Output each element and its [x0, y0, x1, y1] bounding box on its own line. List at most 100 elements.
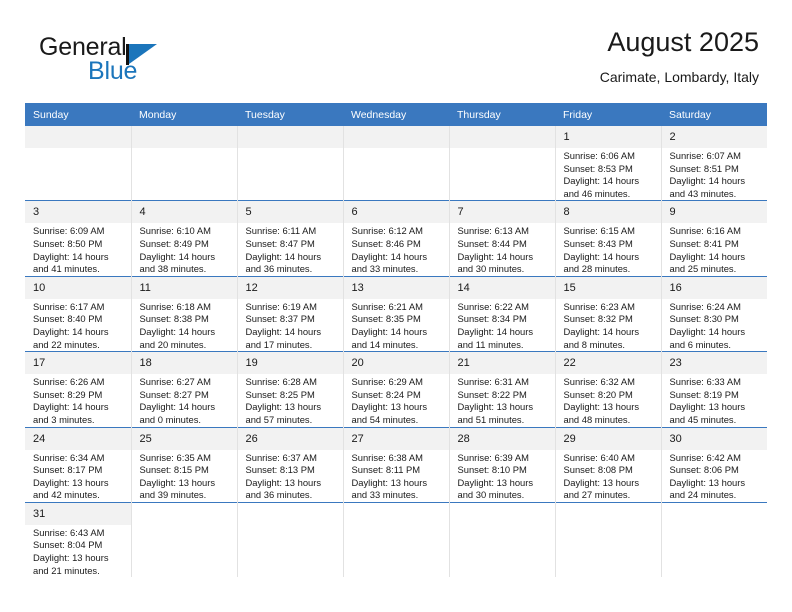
calendar-day-cell[interactable]: 26 Sunrise: 6:37 AM Sunset: 8:13 PM Dayligh…	[237, 426, 344, 503]
day-number: 24	[25, 427, 131, 450]
day-sunset-text: Sunset: 8:20 PM	[563, 388, 633, 400]
day-daylight1-text: Daylight: 13 hours	[33, 552, 109, 564]
calendar-day-cell[interactable]: 29 Sunrise: 6:40 AM Sunset: 8:08 PM Dayligh…	[555, 426, 662, 503]
day-sunrise-text: Sunrise: 6:27 AM	[139, 376, 211, 388]
day-daylight2-text: and 14 minutes.	[351, 338, 419, 350]
day-sun-info: Sunrise: 6:33 AM Sunset: 8:19 PM Daylight:…	[662, 374, 768, 426]
day-sunset-text: Sunset: 8:49 PM	[139, 237, 209, 249]
day-number: 3	[25, 201, 131, 224]
day-sun-info: Sunrise: 6:40 AM Sunset: 8:08 PM Daylight:…	[556, 450, 661, 502]
calendar-day-cell[interactable]: 8 Sunrise: 6:15 AM Sunset: 8:43 PM Daylight…	[555, 200, 662, 277]
calendar-day-cell[interactable]: 15 Sunrise: 6:23 AM Sunset: 8:32 PM Dayligh…	[555, 275, 662, 352]
page-subtitle: Carimate, Lombardy, Italy	[599, 69, 759, 85]
day-daylight1-text: Daylight: 13 hours	[245, 401, 322, 413]
day-sunrise-text: Sunrise: 6:12 AM	[351, 225, 423, 237]
calendar-day-cell[interactable]: 27 Sunrise: 6:38 AM Sunset: 8:11 PM Dayligh…	[343, 426, 450, 503]
calendar-day-cell[interactable]: 18 Sunrise: 6:27 AM Sunset: 8:27 PM Dayligh…	[131, 351, 238, 427]
weekday-header-thursday: Thursday	[449, 103, 555, 126]
day-sun-info: Sunrise: 6:37 AM Sunset: 8:13 PM Daylight:…	[238, 450, 343, 502]
calendar-day-cell[interactable]: 24 Sunrise: 6:34 AM Sunset: 8:17 PM Dayligh…	[25, 426, 132, 503]
calendar-day-cell[interactable]: 2 Sunrise: 6:07 AM Sunset: 8:51 PM Daylight…	[661, 126, 767, 201]
calendar-day-cell[interactable]: 1 Sunrise: 6:06 AM Sunset: 8:53 PM Daylight…	[555, 126, 662, 201]
calendar-day-cell[interactable]: 25 Sunrise: 6:35 AM Sunset: 8:15 PM Dayligh…	[131, 426, 238, 503]
day-sunrise-text: Sunrise: 6:06 AM	[563, 150, 635, 161]
calendar-day-cell[interactable]: 14 Sunrise: 6:22 AM Sunset: 8:34 PM Dayligh…	[449, 275, 556, 352]
day-number: 5	[237, 201, 343, 224]
day-daylight2-text: and 46 minutes.	[563, 187, 631, 199]
calendar-week-row: 17 Sunrise: 6:26 AM Sunset: 8:29 PM Dayligh…	[25, 351, 768, 427]
day-sun-info: Sunrise: 6:16 AM Sunset: 8:41 PM Daylight:…	[662, 223, 768, 275]
general-blue-logo[interactable]: General Blue	[33, 32, 263, 94]
day-sunrise-text: Sunrise: 6:42 AM	[669, 451, 741, 463]
day-sunset-text: Sunset: 8:10 PM	[457, 464, 527, 476]
day-sun-info: Sunrise: 6:29 AM Sunset: 8:24 PM Daylight:…	[344, 374, 449, 426]
day-daylight2-text: and 0 minutes.	[139, 413, 202, 425]
day-sunrise-text: Sunrise: 6:23 AM	[563, 300, 635, 312]
day-number: 13	[343, 276, 449, 299]
day-daylight2-text: and 45 minutes.	[669, 413, 737, 425]
day-sun-info: Sunrise: 6:21 AM Sunset: 8:35 PM Daylight:…	[344, 299, 449, 351]
day-number: 17	[25, 352, 131, 375]
day-daylight1-text: Daylight: 13 hours	[563, 476, 640, 488]
day-sunset-text: Sunset: 8:32 PM	[563, 313, 633, 325]
day-number: 2	[661, 126, 767, 148]
day-daylight1-text: Daylight: 13 hours	[563, 401, 640, 413]
calendar-day-cell[interactable]: 17 Sunrise: 6:26 AM Sunset: 8:29 PM Dayligh…	[25, 351, 132, 427]
calendar-day-cell[interactable]: 22 Sunrise: 6:32 AM Sunset: 8:20 PM Dayligh…	[555, 351, 662, 427]
day-daylight1-text: Daylight: 13 hours	[33, 476, 109, 488]
day-number: 25	[131, 427, 237, 450]
calendar-day-cell[interactable]: 19 Sunrise: 6:28 AM Sunset: 8:25 PM Dayligh…	[237, 351, 344, 427]
day-sun-info: Sunrise: 6:39 AM Sunset: 8:10 PM Daylight:…	[450, 450, 555, 502]
day-sun-info: Sunrise: 6:22 AM Sunset: 8:34 PM Daylight:…	[450, 299, 555, 351]
calendar-day-cell[interactable]: 3 Sunrise: 6:09 AM Sunset: 8:50 PM Daylight…	[25, 200, 132, 277]
day-number: 1	[555, 126, 661, 148]
day-number: 28	[449, 427, 555, 450]
weekday-header-tuesday: Tuesday	[237, 103, 343, 126]
calendar-day-cell[interactable]: 6 Sunrise: 6:12 AM Sunset: 8:46 PM Daylight…	[343, 200, 450, 277]
calendar-day-cell[interactable]: 12 Sunrise: 6:19 AM Sunset: 8:37 PM Dayligh…	[237, 275, 344, 352]
day-daylight2-text: and 42 minutes.	[33, 489, 100, 501]
day-number: 26	[237, 427, 343, 450]
day-daylight1-text: Daylight: 13 hours	[669, 476, 746, 488]
day-sunrise-text: Sunrise: 6:35 AM	[139, 451, 211, 463]
calendar-day-cell[interactable]: 21 Sunrise: 6:31 AM Sunset: 8:22 PM Dayligh…	[449, 351, 556, 427]
day-daylight2-text: and 43 minutes.	[669, 187, 737, 199]
calendar-day-cell[interactable]: 7 Sunrise: 6:13 AM Sunset: 8:44 PM Daylight…	[449, 200, 556, 277]
day-sunrise-text: Sunrise: 6:31 AM	[457, 376, 529, 388]
day-daylight2-text: and 6 minutes.	[669, 338, 732, 350]
calendar-week-row: 10 Sunrise: 6:17 AM Sunset: 8:40 PM Dayligh…	[25, 275, 767, 352]
day-daylight1-text: Daylight: 13 hours	[669, 401, 746, 413]
calendar-day-cell[interactable]: 10 Sunrise: 6:17 AM Sunset: 8:40 PM Dayligh…	[25, 275, 132, 352]
day-number	[25, 126, 131, 148]
day-sunrise-text: Sunrise: 6:34 AM	[33, 451, 105, 463]
calendar-day-cell-empty	[449, 126, 556, 201]
calendar-day-cell[interactable]: 13 Sunrise: 6:21 AM Sunset: 8:35 PM Dayligh…	[343, 275, 450, 352]
calendar-day-cell[interactable]: 20 Sunrise: 6:29 AM Sunset: 8:24 PM Dayligh…	[343, 351, 450, 427]
calendar-day-cell[interactable]: 31 Sunrise: 6:43 AM Sunset: 8:04 PM Dayligh…	[25, 501, 132, 578]
calendar-day-cell[interactable]: 16 Sunrise: 6:24 AM Sunset: 8:30 PM Dayligh…	[661, 275, 767, 352]
day-sunrise-text: Sunrise: 6:29 AM	[351, 376, 423, 388]
day-sun-info: Sunrise: 6:27 AM Sunset: 8:27 PM Daylight:…	[132, 374, 237, 426]
day-sunrise-text: Sunrise: 6:32 AM	[563, 376, 635, 388]
weekday-header-saturday: Saturday	[661, 103, 767, 126]
weekday-header-wednesday: Wednesday	[343, 103, 449, 126]
calendar-day-cell-empty	[449, 501, 556, 578]
page-title: August 2025	[607, 27, 759, 57]
calendar-day-cell[interactable]: 28 Sunrise: 6:39 AM Sunset: 8:10 PM Dayligh…	[449, 426, 556, 503]
day-daylight1-text: Daylight: 13 hours	[245, 476, 322, 488]
day-sun-info: Sunrise: 6:35 AM Sunset: 8:15 PM Daylight:…	[132, 450, 237, 502]
calendar-day-cell[interactable]: 5 Sunrise: 6:11 AM Sunset: 8:47 PM Daylight…	[237, 200, 344, 277]
day-number: 23	[661, 352, 767, 375]
calendar-day-cell[interactable]: 30 Sunrise: 6:42 AM Sunset: 8:06 PM Dayligh…	[661, 426, 767, 503]
calendar-day-cell[interactable]: 4 Sunrise: 6:10 AM Sunset: 8:49 PM Daylight…	[131, 200, 238, 277]
day-sun-info: Sunrise: 6:06 AM Sunset: 8:53 PM Daylight:…	[556, 148, 661, 200]
calendar-day-cell[interactable]: 23 Sunrise: 6:33 AM Sunset: 8:19 PM Dayligh…	[661, 351, 768, 427]
calendar-week-row: 24 Sunrise: 6:34 AM Sunset: 8:17 PM Dayligh…	[25, 426, 767, 503]
day-sunset-text: Sunset: 8:38 PM	[139, 313, 209, 325]
day-number: 10	[25, 276, 131, 299]
calendar-day-cell[interactable]: 11 Sunrise: 6:18 AM Sunset: 8:38 PM Dayligh…	[131, 275, 238, 352]
day-sunrise-text: Sunrise: 6:40 AM	[563, 451, 635, 463]
calendar-day-cell-empty	[661, 501, 767, 578]
calendar-day-cell[interactable]: 9 Sunrise: 6:16 AM Sunset: 8:41 PM Daylight…	[661, 200, 768, 277]
day-sun-info: Sunrise: 6:12 AM Sunset: 8:46 PM Daylight:…	[344, 223, 449, 275]
